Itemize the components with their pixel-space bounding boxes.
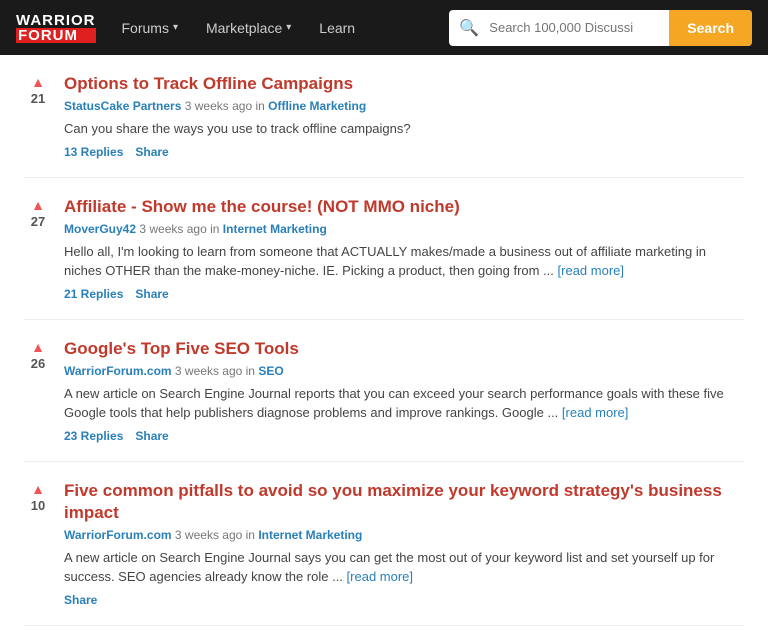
- replies-link[interactable]: 21 Replies: [64, 287, 123, 301]
- vote-column: ▲ 26: [24, 338, 52, 371]
- thread-preview: Can you share the ways you use to track …: [64, 119, 744, 139]
- table-row: ▲ 21 Options to Track Offline Campaigns …: [24, 55, 744, 178]
- logo[interactable]: WARRIOR FORUM: [16, 13, 96, 43]
- thread-body: Affiliate - Show me the course! (NOT MMO…: [64, 196, 744, 301]
- header: WARRIOR FORUM Forums ▾ Marketplace ▾ Lea…: [0, 0, 768, 55]
- thread-preview: A new article on Search Engine Journal s…: [64, 548, 744, 587]
- thread-actions: 13 Replies Share: [64, 145, 744, 159]
- thread-list: ▲ 21 Options to Track Offline Campaigns …: [0, 55, 768, 626]
- nav-forums[interactable]: Forums ▾: [112, 0, 188, 55]
- thread-author[interactable]: WarriorForum.com: [64, 364, 172, 378]
- logo-warrior: WARRIOR: [16, 13, 96, 28]
- nav-marketplace[interactable]: Marketplace ▾: [196, 0, 301, 55]
- search-container: 🔍 Search: [449, 10, 752, 46]
- thread-actions: 21 Replies Share: [64, 287, 744, 301]
- search-icon: 🔍: [449, 18, 489, 38]
- share-link[interactable]: Share: [64, 593, 97, 607]
- nav-learn[interactable]: Learn: [309, 0, 365, 55]
- thread-body: Google's Top Five SEO Tools WarriorForum…: [64, 338, 744, 443]
- table-row: ▲ 27 Affiliate - Show me the course! (NO…: [24, 178, 744, 320]
- table-row: ▲ 10 Five common pitfalls to avoid so yo…: [24, 462, 744, 626]
- thread-category[interactable]: Offline Marketing: [268, 99, 366, 113]
- share-link[interactable]: Share: [135, 287, 168, 301]
- search-button[interactable]: Search: [669, 10, 752, 46]
- thread-author[interactable]: MoverGuy42: [64, 222, 136, 236]
- replies-link[interactable]: 23 Replies: [64, 429, 123, 443]
- upvote-icon[interactable]: ▲: [31, 75, 45, 89]
- thread-preview: A new article on Search Engine Journal r…: [64, 384, 744, 423]
- read-more-link[interactable]: [read more]: [562, 405, 628, 420]
- thread-category[interactable]: Internet Marketing: [258, 528, 362, 542]
- thread-meta: WarriorForum.com 3 weeks ago in SEO: [64, 364, 744, 378]
- vote-count: 27: [31, 214, 45, 229]
- thread-title[interactable]: Five common pitfalls to avoid so you max…: [64, 480, 744, 524]
- vote-count: 26: [31, 356, 45, 371]
- logo-forum: FORUM: [16, 28, 96, 43]
- thread-meta: StatusCake Partners 3 weeks ago in Offli…: [64, 99, 744, 113]
- chevron-down-icon: ▾: [173, 22, 178, 33]
- thread-preview: Hello all, I'm looking to learn from som…: [64, 242, 744, 281]
- upvote-icon[interactable]: ▲: [31, 340, 45, 354]
- read-more-link[interactable]: [read more]: [558, 263, 624, 278]
- chevron-down-icon: ▾: [286, 22, 291, 33]
- search-input[interactable]: [489, 20, 669, 35]
- thread-title[interactable]: Affiliate - Show me the course! (NOT MMO…: [64, 196, 744, 218]
- thread-meta: WarriorForum.com 3 weeks ago in Internet…: [64, 528, 744, 542]
- vote-count: 21: [31, 91, 45, 106]
- share-link[interactable]: Share: [135, 145, 168, 159]
- vote-column: ▲ 27: [24, 196, 52, 229]
- thread-author[interactable]: WarriorForum.com: [64, 528, 172, 542]
- thread-category[interactable]: Internet Marketing: [223, 222, 327, 236]
- thread-author[interactable]: StatusCake Partners: [64, 99, 181, 113]
- thread-body: Five common pitfalls to avoid so you max…: [64, 480, 744, 607]
- vote-column: ▲ 10: [24, 480, 52, 513]
- thread-body: Options to Track Offline Campaigns Statu…: [64, 73, 744, 159]
- table-row: ▲ 26 Google's Top Five SEO Tools Warrior…: [24, 320, 744, 462]
- upvote-icon[interactable]: ▲: [31, 198, 45, 212]
- upvote-icon[interactable]: ▲: [31, 482, 45, 496]
- replies-link[interactable]: 13 Replies: [64, 145, 123, 159]
- vote-column: ▲ 21: [24, 73, 52, 106]
- thread-actions: Share: [64, 593, 744, 607]
- share-link[interactable]: Share: [135, 429, 168, 443]
- thread-actions: 23 Replies Share: [64, 429, 744, 443]
- thread-meta: MoverGuy42 3 weeks ago in Internet Marke…: [64, 222, 744, 236]
- vote-count: 10: [31, 498, 45, 513]
- thread-title[interactable]: Options to Track Offline Campaigns: [64, 73, 744, 95]
- thread-title[interactable]: Google's Top Five SEO Tools: [64, 338, 744, 360]
- read-more-link[interactable]: [read more]: [347, 569, 413, 584]
- thread-category[interactable]: SEO: [258, 364, 283, 378]
